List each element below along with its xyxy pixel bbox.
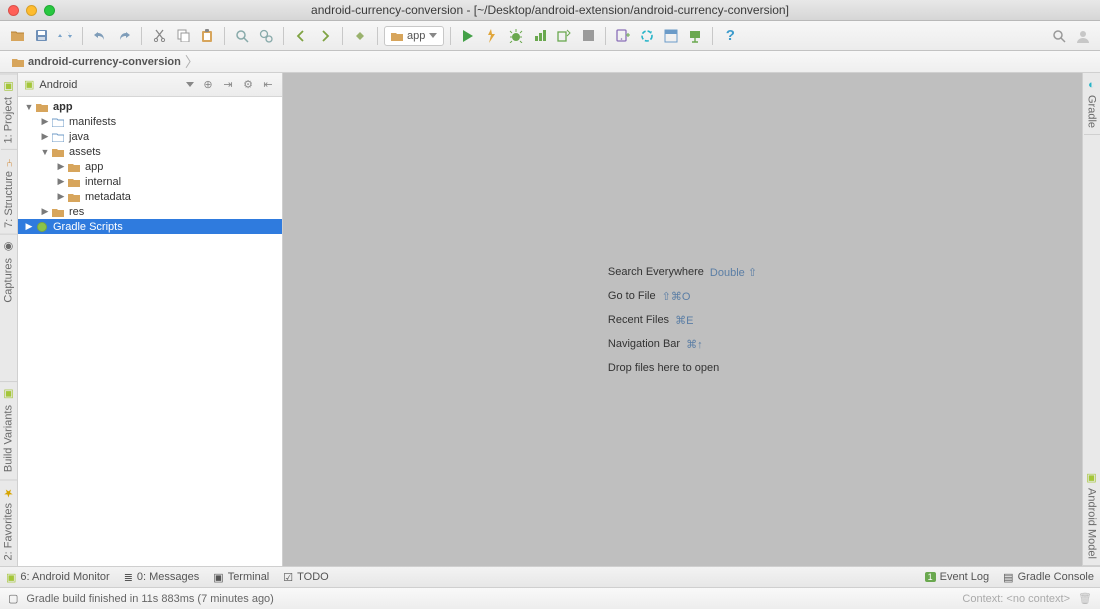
- tool-tab-gradle-console[interactable]: ▤Gradle Console: [1003, 571, 1094, 584]
- tool-tab-todo[interactable]: ☑TODO: [283, 571, 328, 584]
- debug-icon[interactable]: [505, 25, 527, 47]
- tree-node-assets[interactable]: ▼assets: [18, 144, 282, 159]
- toolbar-separator: [141, 27, 142, 45]
- status-context[interactable]: Context: <no context>: [962, 593, 1070, 605]
- tree-node-app-module[interactable]: ▼app: [18, 99, 282, 114]
- toolbar-separator: [82, 27, 83, 45]
- trash-icon[interactable]: 🗑: [1078, 592, 1092, 605]
- tree-node-gradle-scripts[interactable]: ▶Gradle Scripts: [18, 219, 282, 234]
- tree-node-assets-app[interactable]: ▶app: [18, 159, 282, 174]
- copy-icon[interactable]: [172, 25, 194, 47]
- tool-tab-favorites[interactable]: 2: Favorites★: [0, 479, 17, 566]
- scroll-to-source-icon[interactable]: ⊕: [200, 77, 216, 93]
- paste-icon[interactable]: [196, 25, 218, 47]
- toolbar-separator: [712, 27, 713, 45]
- chevron-down-icon: [186, 82, 194, 88]
- hint-navigation-bar: Navigation Bar⌘↑: [608, 338, 757, 351]
- run-config-selector[interactable]: app: [384, 26, 444, 46]
- project-tree: ▼app ▶manifests ▶java ▼assets ▶app ▶inte…: [18, 97, 282, 566]
- tree-node-java[interactable]: ▶java: [18, 129, 282, 144]
- status-message: Gradle build finished in 11s 883ms (7 mi…: [26, 593, 273, 605]
- help-icon[interactable]: ?: [719, 25, 741, 47]
- tool-tab-project[interactable]: 1: Project▣: [0, 73, 17, 149]
- tool-tab-android-monitor[interactable]: ▣6: Android Monitor: [6, 571, 110, 584]
- build-icon[interactable]: [349, 25, 371, 47]
- left-tool-strip: 1: Project▣ 7: Structure⑂ Captures◉ Buil…: [0, 73, 18, 566]
- toolbar-separator: [283, 27, 284, 45]
- redo-icon[interactable]: [113, 25, 135, 47]
- forward-icon[interactable]: [314, 25, 336, 47]
- tool-tab-messages[interactable]: ≣0: Messages: [124, 571, 200, 584]
- toolbar-separator: [605, 27, 606, 45]
- tool-tab-event-log[interactable]: 1Event Log: [925, 571, 990, 583]
- editor-empty-area[interactable]: Search EverywhereDouble ⇧ Go to File⇧⌘O …: [283, 73, 1082, 566]
- undo-icon[interactable]: [89, 25, 111, 47]
- bottom-tool-tabs: ▣6: Android Monitor ≣0: Messages ▣Termin…: [0, 566, 1100, 588]
- breadcrumb-label: android-currency-conversion: [28, 56, 181, 68]
- status-tool-windows-icon[interactable]: ▢: [8, 592, 18, 605]
- window-title: android-currency-conversion - [~/Desktop…: [0, 3, 1100, 17]
- toolbar-separator: [450, 27, 451, 45]
- tool-tab-build-variants[interactable]: Build Variants▣: [0, 381, 17, 478]
- maximize-window-button[interactable]: [44, 5, 55, 16]
- attach-debugger-icon[interactable]: [553, 25, 575, 47]
- project-view-label: Android: [39, 79, 77, 91]
- project-panel-header: ▣ Android ⊕ ⇥ ⚙ ⇤: [18, 73, 282, 97]
- right-tool-strip: ◐Gradle ▣Android Model: [1082, 73, 1100, 566]
- main-toolbar: app ?: [0, 21, 1100, 51]
- stop-icon[interactable]: [577, 25, 599, 47]
- hint-search-everywhere: Search EverywhereDouble ⇧: [608, 266, 757, 279]
- find-icon[interactable]: [231, 25, 253, 47]
- main-body: 1: Project▣ 7: Structure⑂ Captures◉ Buil…: [0, 73, 1100, 566]
- breadcrumb-root[interactable]: android-currency-conversion: [6, 55, 187, 69]
- project-view-selector[interactable]: ▣ Android: [24, 78, 194, 91]
- cut-icon[interactable]: [148, 25, 170, 47]
- sdk-manager-icon[interactable]: [684, 25, 706, 47]
- minimize-window-button[interactable]: [26, 5, 37, 16]
- editor-hints: Search EverywhereDouble ⇧ Go to File⇧⌘O …: [608, 266, 757, 374]
- tree-node-assets-metadata[interactable]: ▶metadata: [18, 189, 282, 204]
- collapse-all-icon[interactable]: ⇥: [220, 77, 236, 93]
- titlebar: android-currency-conversion - [~/Desktop…: [0, 0, 1100, 21]
- project-structure-icon[interactable]: [660, 25, 682, 47]
- navigation-bar: android-currency-conversion 〉: [0, 51, 1100, 73]
- breadcrumb-chevron-icon: 〉: [185, 52, 199, 72]
- folder-icon: [12, 57, 24, 67]
- toolbar-separator: [342, 27, 343, 45]
- tool-tab-terminal[interactable]: ▣Terminal: [213, 571, 269, 584]
- tool-tab-structure[interactable]: 7: Structure⑂: [1, 149, 17, 234]
- project-tool-window: ▣ Android ⊕ ⇥ ⚙ ⇤ ▼app ▶manifests ▶java …: [18, 73, 283, 566]
- save-icon[interactable]: [30, 25, 52, 47]
- window-controls: [0, 5, 55, 16]
- hide-panel-icon[interactable]: ⇤: [260, 77, 276, 93]
- toolbar-separator: [224, 27, 225, 45]
- replace-icon[interactable]: [255, 25, 277, 47]
- android-icon: ▣: [24, 78, 34, 91]
- tool-tab-captures[interactable]: Captures◉: [0, 234, 17, 309]
- back-icon[interactable]: [290, 25, 312, 47]
- user-icon[interactable]: [1072, 25, 1094, 47]
- toolbar-separator: [377, 27, 378, 45]
- tree-node-res[interactable]: ▶res: [18, 204, 282, 219]
- profile-icon[interactable]: [529, 25, 551, 47]
- hint-drop-files: Drop files here to open: [608, 362, 757, 374]
- search-icon[interactable]: [1048, 25, 1070, 47]
- tool-tab-gradle[interactable]: ◐Gradle: [1084, 73, 1100, 135]
- avd-manager-icon[interactable]: [612, 25, 634, 47]
- close-window-button[interactable]: [8, 5, 19, 16]
- tree-node-assets-internal[interactable]: ▶internal: [18, 174, 282, 189]
- sync-gradle-icon[interactable]: [636, 25, 658, 47]
- tool-tab-android-model[interactable]: ▣Android Model: [1083, 465, 1100, 566]
- apply-changes-icon[interactable]: [481, 25, 503, 47]
- hint-go-to-file: Go to File⇧⌘O: [608, 290, 757, 303]
- run-config-label: app: [407, 30, 425, 42]
- hint-recent-files: Recent Files⌘E: [608, 314, 757, 327]
- settings-gear-icon[interactable]: ⚙: [240, 77, 256, 93]
- status-bar: ▢ Gradle build finished in 11s 883ms (7 …: [0, 588, 1100, 609]
- run-icon[interactable]: [457, 25, 479, 47]
- chevron-down-icon: [429, 33, 437, 39]
- tree-node-manifests[interactable]: ▶manifests: [18, 114, 282, 129]
- open-icon[interactable]: [6, 25, 28, 47]
- sync-icon[interactable]: [54, 25, 76, 47]
